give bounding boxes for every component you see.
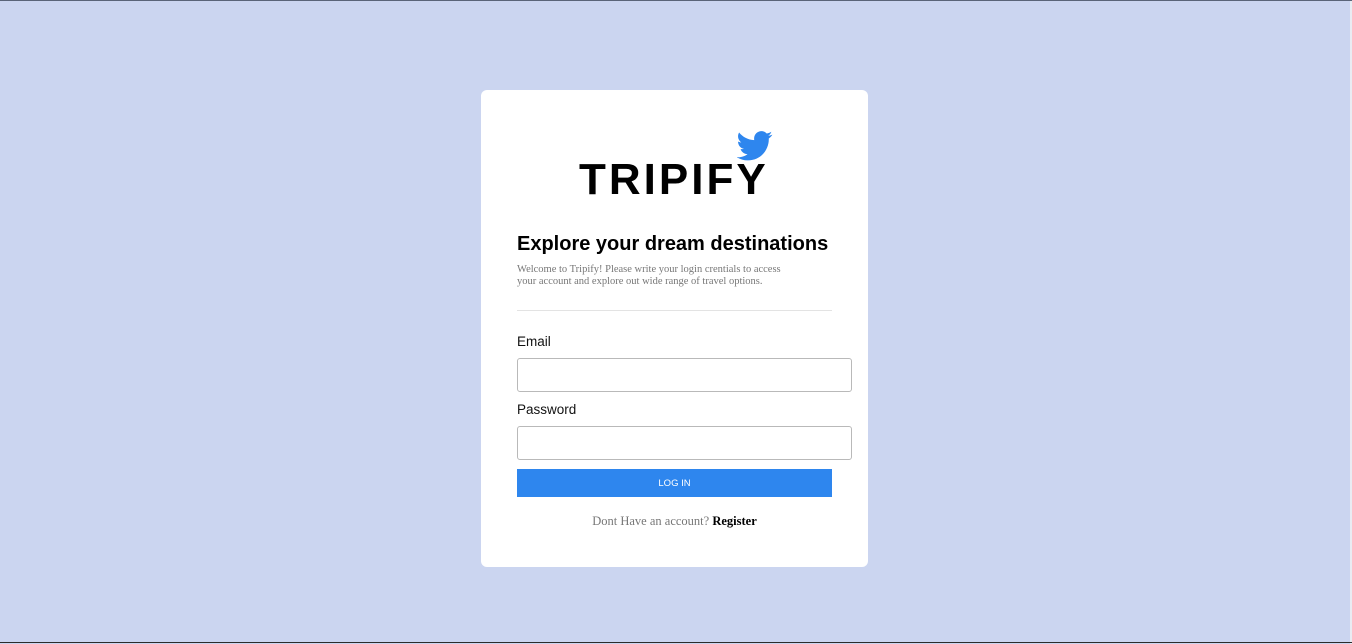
page-title: Explore your dream destinations	[517, 233, 829, 255]
login-button[interactable]: LOG IN	[517, 469, 832, 497]
password-field[interactable]	[517, 426, 852, 460]
email-label: Email	[517, 334, 551, 349]
register-prompt: Dont Have an account?	[592, 514, 713, 528]
divider	[517, 310, 832, 311]
intro-text: Welcome to Tripify! Please write your lo…	[517, 264, 807, 288]
register-link[interactable]: Register	[712, 514, 756, 528]
email-field[interactable]	[517, 358, 852, 392]
intro-text-line: your account and explore out wide range …	[517, 276, 763, 287]
login-card: TRIPIFY Explore your dream destinations …	[481, 90, 868, 567]
brand-logo: TRIPIFY	[579, 130, 779, 205]
brand-name: TRIPIFY	[579, 155, 769, 204]
register-row: Dont Have an account? Register	[481, 514, 868, 529]
intro-text-line: Welcome to Tripify! Please write your lo…	[517, 264, 781, 275]
password-label: Password	[517, 402, 577, 417]
